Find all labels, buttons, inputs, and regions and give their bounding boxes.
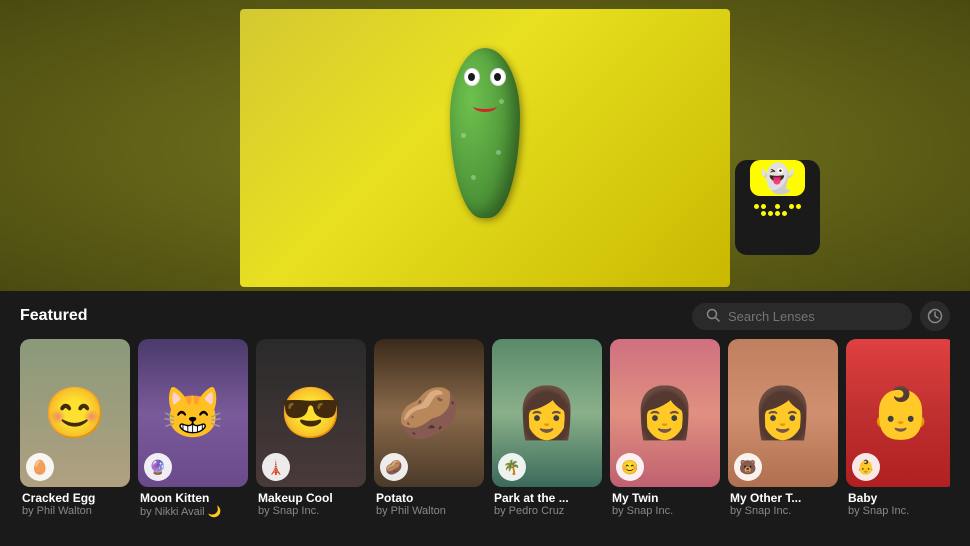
qr-dot — [789, 204, 794, 209]
qr-dot — [761, 204, 766, 209]
search-input-wrapper[interactable] — [692, 303, 912, 330]
lens-author: by Phil Walton — [376, 505, 482, 517]
lens-icon-badge: 🥔 — [380, 453, 408, 481]
lens-info: Moon Kitten by Nikki Avail 🌙 — [138, 487, 248, 518]
lens-thumbnail: 😸 🔮 — [138, 339, 248, 487]
lens-author: by Pedro Cruz — [494, 505, 600, 517]
lens-card-5[interactable]: 👩 🌴 Park at the ... by Pedro Cruz — [492, 339, 602, 518]
lens-info: Cracked Egg by Phil Walton — [20, 487, 130, 517]
lens-thumbnail: 👩 🌴 — [492, 339, 602, 487]
lens-name: Moon Kitten — [140, 491, 246, 505]
lens-thumbnail: 😊 🥚 — [20, 339, 130, 487]
pickle-mouth — [473, 100, 497, 112]
lens-name: Cracked Egg — [22, 491, 128, 505]
hero-section — [0, 0, 970, 295]
lens-icon-badge: 👶 — [852, 453, 880, 481]
lens-icon-badge: 🌴 — [498, 453, 526, 481]
lens-icon-badge: 🐻 — [734, 453, 762, 481]
lens-name: Potato — [376, 491, 482, 505]
lens-name: Makeup Cool — [258, 491, 364, 505]
pickle-eyes — [464, 68, 506, 86]
lens-author: by Nikki Avail 🌙 — [140, 505, 246, 518]
lens-info: My Twin by Snap Inc. — [610, 487, 720, 517]
lens-name: My Other T... — [730, 491, 836, 505]
lens-author: by Snap Inc. — [612, 505, 718, 517]
qr-dot — [754, 204, 759, 209]
lens-info: Makeup Cool by Snap Inc. — [256, 487, 366, 517]
lens-info: Park at the ... by Pedro Cruz — [492, 487, 602, 517]
history-button[interactable] — [920, 301, 950, 331]
pickle-left-eye — [464, 68, 480, 86]
lens-card-1[interactable]: 😊 🥚 Cracked Egg by Phil Walton — [20, 339, 130, 518]
lens-thumbnail: 🥔 🥔 — [374, 339, 484, 487]
hero-content — [0, 0, 970, 295]
qr-dot — [789, 211, 794, 216]
pickle-right-eye — [490, 68, 506, 86]
lens-icon-badge: 🗼 — [262, 453, 290, 481]
qr-dot — [782, 204, 787, 209]
pickle-face — [460, 68, 510, 112]
snapchat-ghost — [750, 160, 805, 196]
lens-card-8[interactable]: 👶 👶 Baby by Snap Inc. — [846, 339, 950, 518]
qr-dot — [775, 211, 780, 216]
lens-icon-badge: 🔮 — [144, 453, 172, 481]
lens-card-4[interactable]: 🥔 🥔 Potato by Phil Walton — [374, 339, 484, 518]
snapchat-qr-card[interactable] — [735, 160, 820, 255]
qr-dot — [761, 211, 766, 216]
lens-card-7[interactable]: 👩 🐻 My Other T... by Snap Inc. — [728, 339, 838, 518]
lens-author: by Snap Inc. — [258, 505, 364, 517]
lens-icon-badge: 🥚 — [26, 453, 54, 481]
qr-dot — [796, 211, 801, 216]
lens-thumbnail: 😎 🗼 — [256, 339, 366, 487]
lens-author: by Phil Walton — [22, 505, 128, 517]
qr-dot — [775, 204, 780, 209]
qr-dot — [768, 211, 773, 216]
lens-icon-badge: 😊 — [616, 453, 644, 481]
qr-pattern — [750, 200, 805, 255]
lens-thumbnail: 👶 👶 — [846, 339, 950, 487]
lens-grid: 😊 🥚 Cracked Egg by Phil Walton 😸 🔮 Moon … — [20, 339, 950, 518]
pickle-character — [440, 48, 530, 248]
lens-card-2[interactable]: 😸 🔮 Moon Kitten by Nikki Avail 🌙 — [138, 339, 248, 518]
qr-dot — [768, 204, 773, 209]
lens-thumbnail: 👩 😊 — [610, 339, 720, 487]
pickle-left-pupil — [468, 73, 475, 81]
lens-author: by Snap Inc. — [730, 505, 836, 517]
search-bar — [692, 301, 950, 331]
lens-card-3[interactable]: 😎 🗼 Makeup Cool by Snap Inc. — [256, 339, 366, 518]
lens-info: My Other T... by Snap Inc. — [728, 487, 838, 517]
featured-header: Featured — [20, 291, 950, 339]
lens-info: Baby by Snap Inc. — [846, 487, 950, 517]
featured-section: Featured 😊 — [0, 291, 970, 546]
qr-dot — [796, 204, 801, 209]
qr-dot — [754, 211, 759, 216]
lens-name: Park at the ... — [494, 491, 600, 505]
lens-author: by Snap Inc. — [848, 505, 950, 517]
search-icon — [706, 308, 720, 325]
pickle-body — [450, 48, 520, 218]
lens-card-6[interactable]: 👩 😊 My Twin by Snap Inc. — [610, 339, 720, 518]
qr-dot — [782, 211, 787, 216]
search-input[interactable] — [728, 309, 888, 324]
lens-thumbnail: 👩 🐻 — [728, 339, 838, 487]
lens-preview[interactable] — [240, 9, 730, 287]
lens-info: Potato by Phil Walton — [374, 487, 484, 517]
lens-name: My Twin — [612, 491, 718, 505]
lens-name: Baby — [848, 491, 950, 505]
featured-title: Featured — [20, 307, 88, 325]
pickle-right-pupil — [494, 73, 501, 81]
